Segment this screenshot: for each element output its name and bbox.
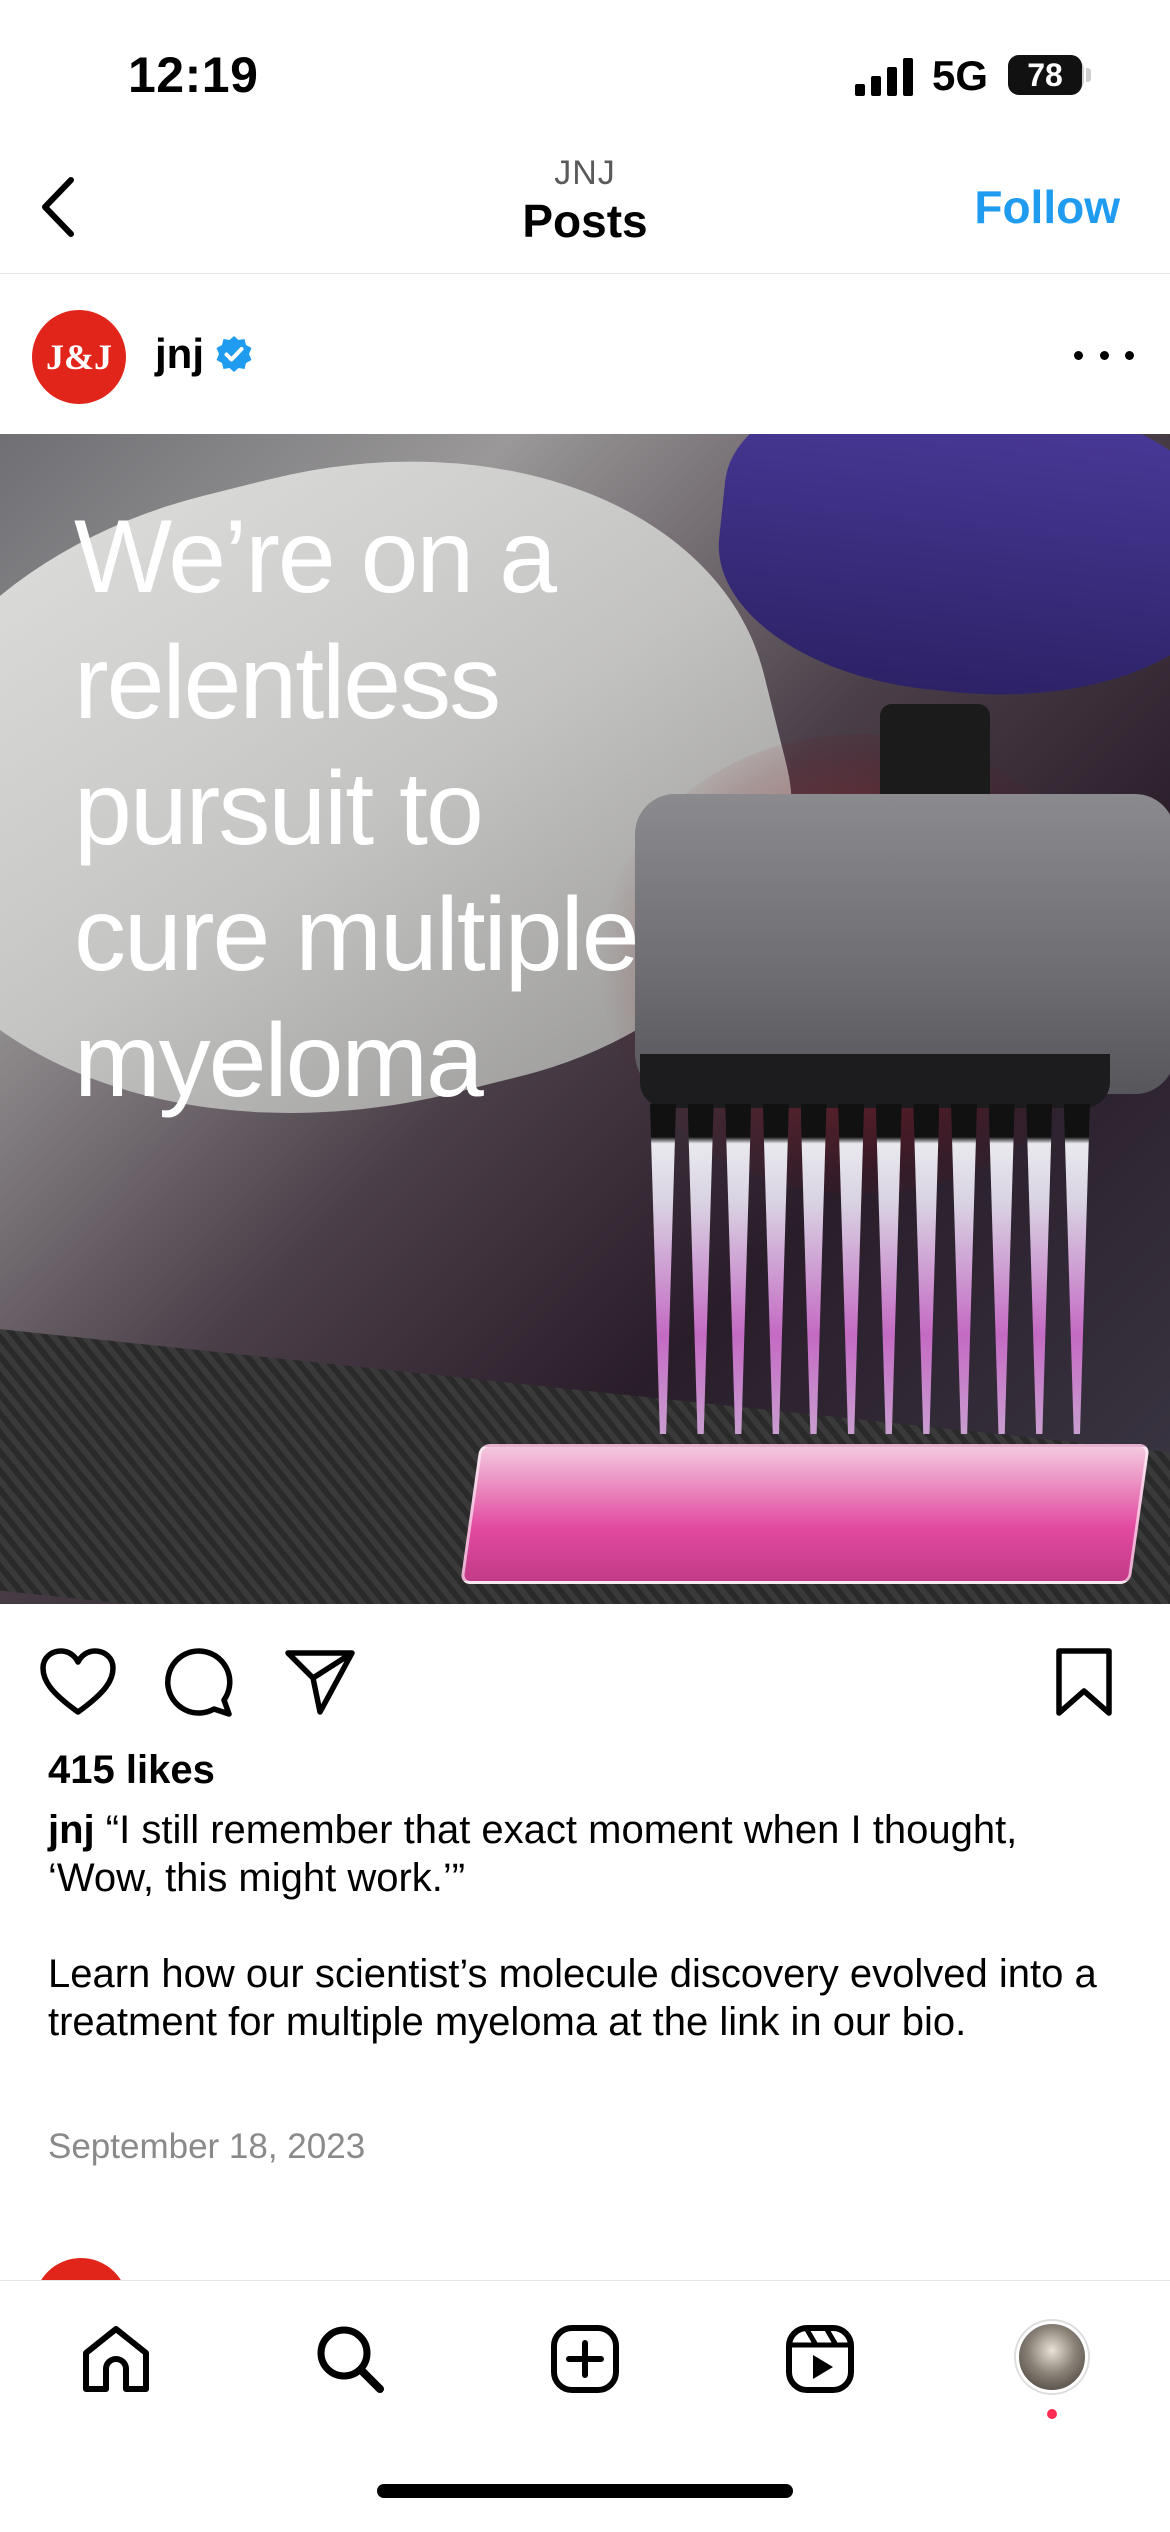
like-button[interactable] (38, 1642, 118, 1722)
battery-nub (1086, 68, 1091, 82)
more-icon (1074, 350, 1083, 360)
post-caption: jnj “I still remember that exact moment … (48, 1806, 1128, 2046)
tab-profile[interactable] (1016, 2321, 1088, 2393)
signal-icon (855, 58, 913, 96)
share-icon (285, 1650, 355, 1715)
tab-home[interactable] (76, 2319, 156, 2399)
username[interactable]: jnj (155, 330, 204, 378)
post-actions (0, 1604, 1170, 1754)
image-headline: We’re on a relentless pursuit to cure mu… (74, 499, 640, 1119)
network-label: 5G (932, 52, 989, 99)
heart-icon (40, 1648, 116, 1715)
tab-search[interactable] (310, 2319, 390, 2399)
home-indicator (377, 2484, 793, 2498)
status-bar: 12:19 5G 78 (0, 0, 1170, 150)
share-button[interactable] (280, 1642, 360, 1722)
post-header: J&J jnj (0, 274, 1170, 434)
battery-icon: 78 (1008, 55, 1082, 95)
status-time: 12:19 (128, 47, 259, 103)
notification-dot (1047, 2409, 1057, 2419)
post-image[interactable]: We’re on a relentless pursuit to cure mu… (0, 434, 1170, 1604)
comment-icon (165, 1648, 233, 1717)
caption-username[interactable]: jnj (48, 1808, 95, 1852)
likes-count[interactable]: 415 likes (48, 1748, 215, 1793)
comment-button[interactable] (158, 1642, 238, 1722)
pipette-tips (640, 1104, 1100, 1434)
follow-button[interactable]: Follow (974, 180, 1120, 234)
reels-icon (786, 2325, 854, 2393)
home-icon (83, 2326, 149, 2392)
well-plate (460, 1444, 1150, 1584)
avatar[interactable]: J&J (32, 310, 126, 404)
search-icon (317, 2326, 384, 2393)
verified-badge-icon (216, 336, 252, 372)
tab-create[interactable] (545, 2319, 625, 2399)
glove-shape (705, 434, 1170, 721)
caption-quote: “I still remember that exact moment when… (48, 1808, 1018, 1900)
caption-body: Learn how our scientist’s molecule disco… (48, 1952, 1097, 2044)
bookmark-icon (1056, 1648, 1112, 1716)
more-options-button[interactable] (1074, 340, 1134, 370)
nav-header: JNJ Posts Follow (0, 150, 1170, 274)
save-button[interactable] (1044, 1642, 1124, 1722)
create-icon (551, 2325, 619, 2393)
pipette-body (635, 794, 1170, 1094)
tab-reels[interactable] (780, 2319, 860, 2399)
post-date: September 18, 2023 (48, 2127, 366, 2166)
